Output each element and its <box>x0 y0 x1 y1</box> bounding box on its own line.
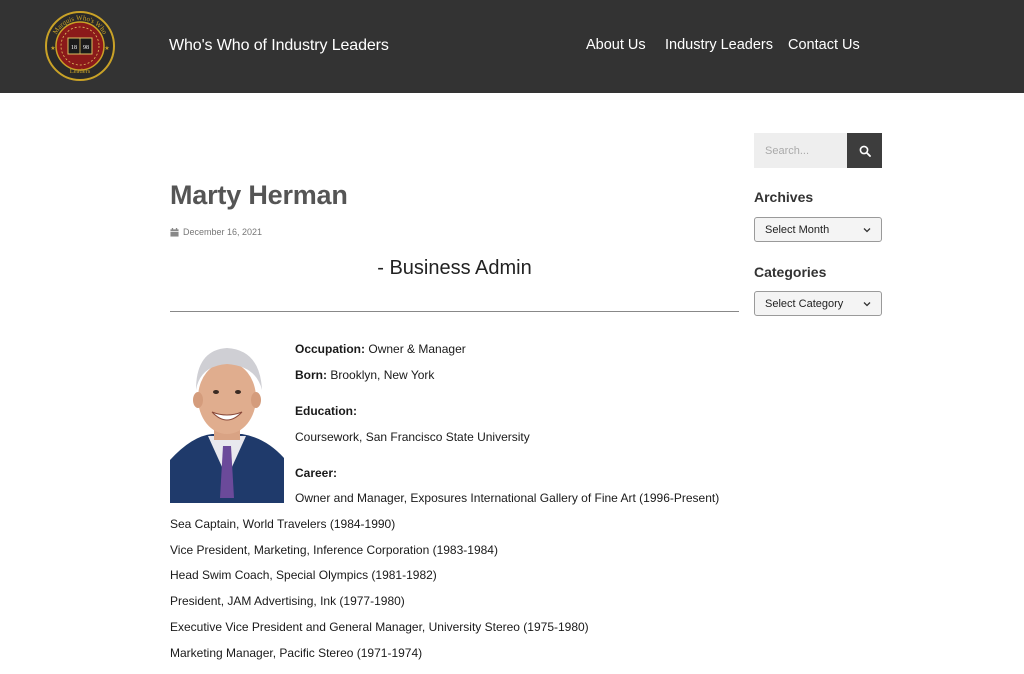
categories-title: Categories <box>754 264 827 280</box>
archives-selected: Select Month <box>765 223 830 236</box>
career-item: Marketing Manager, Pacific Stereo (1971-… <box>170 646 423 660</box>
categories-select[interactable]: Select Category <box>754 291 882 316</box>
site-header: 18 98 Marquis Who's Who Leaders ★ ★ Who'… <box>0 0 1024 93</box>
education-item: Coursework, San Francisco State Universi… <box>295 430 530 444</box>
archives-select[interactable]: Select Month <box>754 217 882 242</box>
chevron-down-icon <box>863 301 871 306</box>
profile-photo <box>170 338 284 503</box>
calendar-icon <box>170 227 179 237</box>
search-input[interactable] <box>754 133 847 168</box>
born-value: Brooklyn, New York <box>330 368 435 382</box>
occupation-line: Occupation: Owner & Manager <box>295 342 466 356</box>
occupation-value: Owner & Manager <box>368 342 466 356</box>
career-label: Career: <box>295 466 338 480</box>
occupation-label: Occupation: <box>295 342 366 356</box>
search-button[interactable] <box>847 133 882 168</box>
marquis-seal-icon: 18 98 Marquis Who's Who Leaders ★ ★ <box>45 11 115 81</box>
born-label: Born: <box>295 368 327 382</box>
career-item: President, JAM Advertising, Ink (1977-19… <box>170 594 405 608</box>
search-icon <box>859 145 871 157</box>
marquis-logo[interactable]: 18 98 Marquis Who's Who Leaders ★ ★ <box>44 10 116 82</box>
svg-text:★: ★ <box>104 45 109 52</box>
person-portrait-icon <box>170 338 284 503</box>
archives-title: Archives <box>754 189 814 205</box>
career-item: Executive Vice President and General Man… <box>170 620 589 634</box>
career-item: Head Swim Coach, Special Olympics (1981-… <box>170 568 437 582</box>
logo-year-left: 18 <box>71 45 77 51</box>
born-line: Born: Brooklyn, New York <box>295 368 434 382</box>
education-label: Education: <box>295 404 357 418</box>
post-subtitle: - Business Admin <box>377 257 532 279</box>
nav-about-us[interactable]: About Us <box>586 37 646 53</box>
logo-year-right: 98 <box>83 45 89 51</box>
career-item: Sea Captain, World Travelers (1984-1990) <box>170 517 396 531</box>
svg-text:★: ★ <box>50 45 55 52</box>
post-title: Marty Herman <box>170 180 348 210</box>
nav-contact-us[interactable]: Contact Us <box>788 37 860 53</box>
career-item: Owner and Manager, Exposures Internation… <box>295 491 720 505</box>
post-date: December 16, 2021 <box>170 227 262 237</box>
logo-bottom-text: Leaders <box>70 68 91 75</box>
categories-selected: Select Category <box>765 297 844 310</box>
career-item: Vice President, Marketing, Inference Cor… <box>170 543 498 557</box>
chevron-down-icon <box>863 227 871 232</box>
post-date-text: December 16, 2021 <box>183 227 263 237</box>
nav-industry-leaders[interactable]: Industry Leaders <box>665 37 773 53</box>
site-title[interactable]: Who's Who of Industry Leaders <box>169 37 389 55</box>
content-divider <box>170 311 739 312</box>
